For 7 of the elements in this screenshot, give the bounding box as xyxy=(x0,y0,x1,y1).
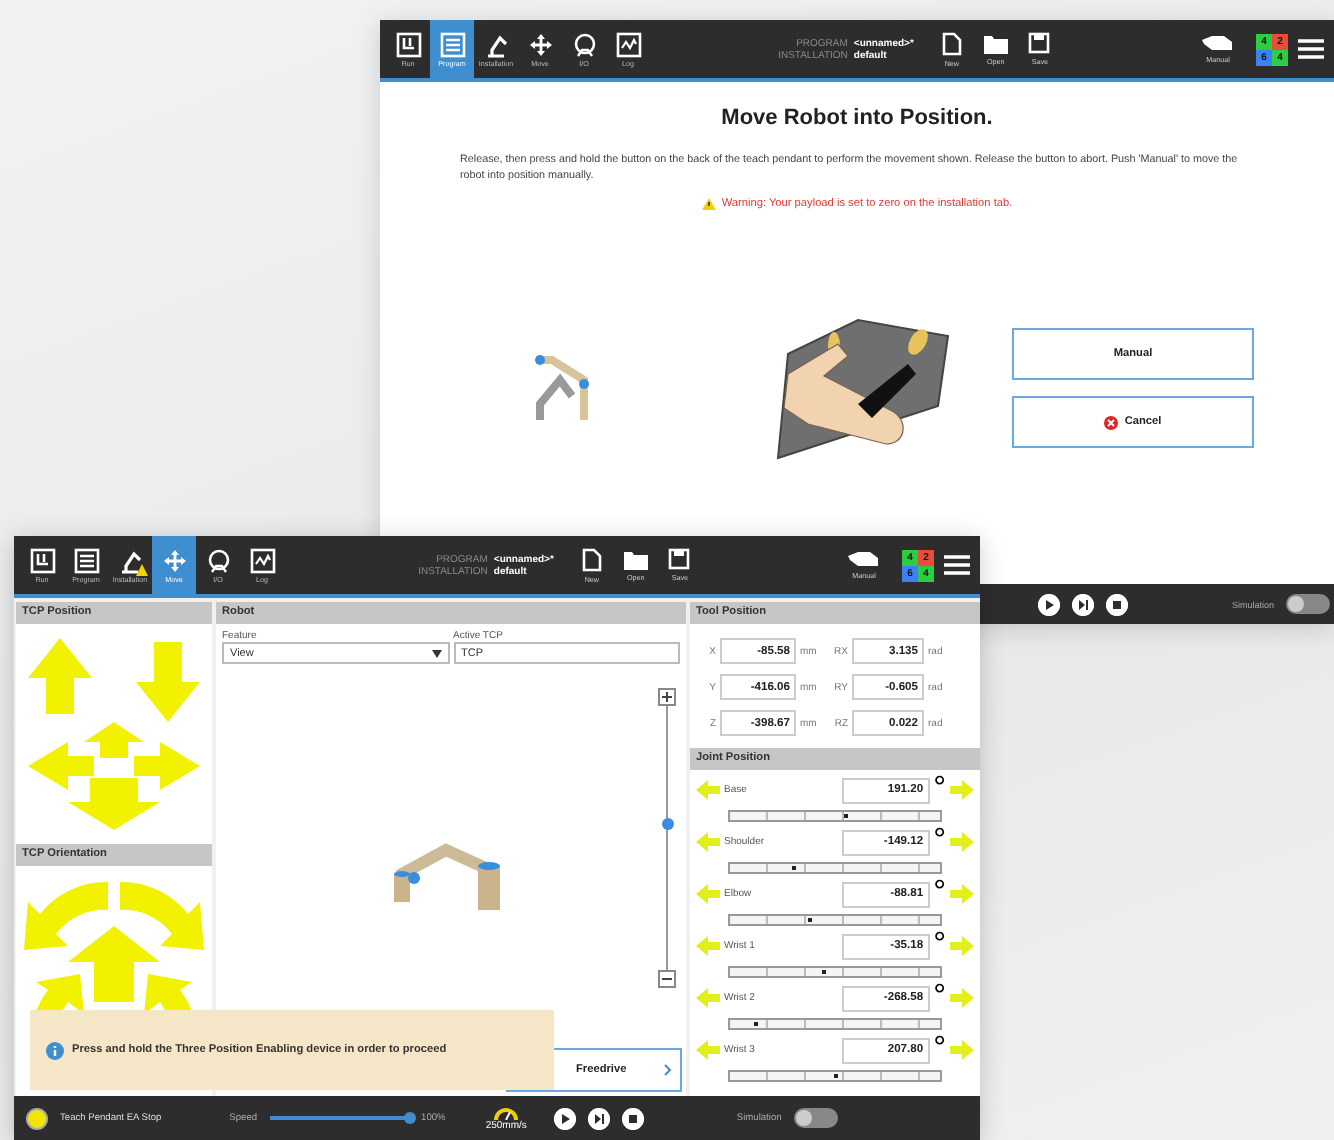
degree-unit: ° xyxy=(933,824,946,860)
degree-unit: ° xyxy=(933,928,946,964)
degree-unit: ° xyxy=(933,980,946,1016)
degree-unit: ° xyxy=(933,1032,946,1068)
degree-unit: ° xyxy=(933,876,946,912)
dialog-title: Move Robot into Position. xyxy=(721,106,993,130)
degree-unit: ° xyxy=(933,772,946,808)
